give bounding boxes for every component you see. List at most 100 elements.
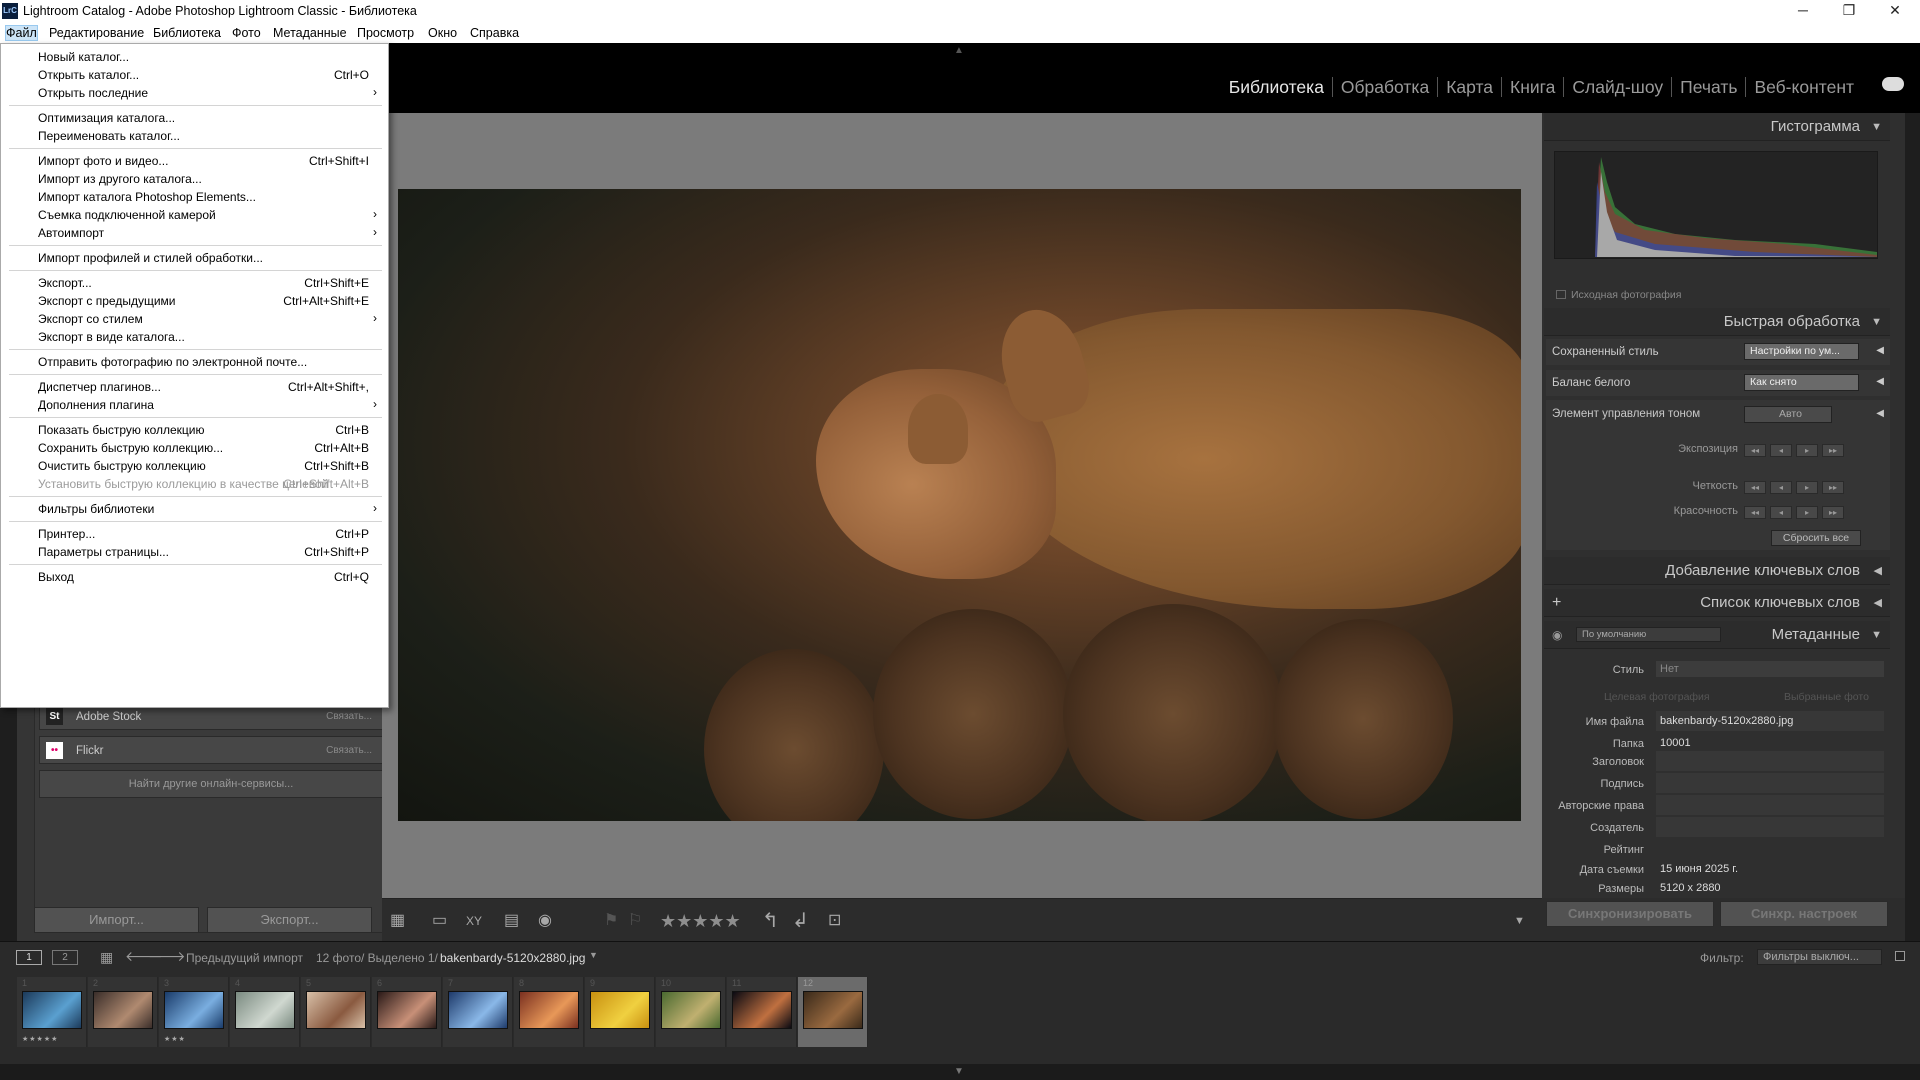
file-menu-item[interactable]: Дополнения плагина › xyxy=(1,396,390,414)
file-menu-item[interactable]: Импорт каталога Photoshop Elements... xyxy=(1,188,390,206)
auto-tone-button[interactable]: Авто xyxy=(1744,406,1832,423)
file-menu-item[interactable]: Автоимпорт › xyxy=(1,224,390,242)
thumbnail[interactable]: 1 ★★★★★ xyxy=(17,977,87,1047)
grid-view-icon[interactable]: ▦ xyxy=(390,912,405,930)
export-button[interactable]: Экспорт... xyxy=(207,907,372,933)
file-menu-item[interactable]: Переименовать каталог... xyxy=(1,127,390,145)
compare-view-icon[interactable]: XY xyxy=(466,912,482,930)
file-menu-item[interactable]: Принтер... Ctrl+P xyxy=(1,525,390,543)
clarity-inc-large[interactable]: ▸▸ xyxy=(1822,481,1844,494)
filter-dropdown[interactable]: Фильтры выключ... xyxy=(1757,949,1882,965)
flag-reject-icon[interactable]: ⚐ xyxy=(628,912,642,930)
collapse-bottom-icon[interactable]: ▼ xyxy=(954,1066,964,1077)
white-balance-dropdown[interactable]: Как снято xyxy=(1744,374,1859,391)
creator-field[interactable] xyxy=(1656,817,1884,837)
file-menu-item[interactable]: Экспорт со стилем › xyxy=(1,310,390,328)
clarity-dec[interactable]: ◂ xyxy=(1770,481,1792,494)
vibrance-dec[interactable]: ◂ xyxy=(1770,506,1792,519)
module-develop[interactable]: Обработка xyxy=(1332,77,1439,97)
file-menu-item[interactable]: Оптимизация каталога... xyxy=(1,109,390,127)
collapse-top-icon[interactable]: ▲ xyxy=(954,45,964,56)
service-flickr[interactable]: •• Flickr Связать... xyxy=(39,736,383,764)
keywording-header[interactable]: Добавление ключевых слов ◀ xyxy=(1544,557,1890,585)
file-menu-item[interactable]: Сохранить быструю коллекцию... Ctrl+Alt+B xyxy=(1,439,390,457)
flag-pick-icon[interactable]: ⚑ xyxy=(604,912,618,930)
thumbnail[interactable]: 7 xyxy=(443,977,513,1047)
file-menu-item[interactable]: Экспорт с предыдущими Ctrl+Alt+Shift+E xyxy=(1,292,390,310)
file-menu-item[interactable]: Показать быструю коллекцию Ctrl+B xyxy=(1,421,390,439)
eye-icon[interactable]: ◉ xyxy=(1552,621,1562,649)
metadata-preset-dropdown[interactable]: По умолчанию xyxy=(1576,627,1721,642)
file-menu-item[interactable]: Открыть каталог... Ctrl+O xyxy=(1,66,390,84)
rating-stars[interactable]: ★★★★★ xyxy=(660,912,741,930)
collapse-icon[interactable]: ▼ xyxy=(1871,621,1882,649)
crop-overlay-icon[interactable]: ⊡ xyxy=(828,912,841,930)
vibrance-inc[interactable]: ▸ xyxy=(1796,506,1818,519)
collapse-icon[interactable]: ▼ xyxy=(1871,308,1882,336)
find-more-services-button[interactable]: Найти другие онлайн-сервисы... xyxy=(39,770,383,798)
main-screen-button[interactable]: 1 xyxy=(16,950,42,965)
main-photo[interactable] xyxy=(398,189,1521,821)
sync-settings-button[interactable]: Синхр. настроек xyxy=(1720,901,1888,927)
file-menu-item[interactable]: Диспетчер плагинов... Ctrl+Alt+Shift+, xyxy=(1,378,390,396)
file-menu-item[interactable]: Экспорт в виде каталога... xyxy=(1,328,390,346)
menu-edit[interactable]: Редактирование xyxy=(49,26,144,40)
selected-photos-tab[interactable]: Выбранные фото xyxy=(1784,691,1869,703)
saved-preset-dropdown[interactable]: Настройки по ум... xyxy=(1744,343,1859,360)
thumbnail[interactable]: 11 xyxy=(727,977,797,1047)
checkbox-icon[interactable] xyxy=(1556,290,1566,299)
file-menu-item[interactable]: Очистить быструю коллекцию Ctrl+Shift+B xyxy=(1,457,390,475)
histogram-header[interactable]: Гистограмма ▼ xyxy=(1544,113,1890,141)
vibrance-inc-large[interactable]: ▸▸ xyxy=(1822,506,1844,519)
target-photo-tab[interactable]: Целевая фотография xyxy=(1604,691,1710,703)
close-icon[interactable]: ✕ xyxy=(1872,0,1918,22)
survey-view-icon[interactable]: ▤ xyxy=(504,912,519,930)
minimize-icon[interactable]: ─ xyxy=(1780,0,1826,22)
expand-icon[interactable]: ◀ xyxy=(1876,376,1884,387)
thumbnail[interactable]: 5 xyxy=(301,977,371,1047)
selected-filename[interactable]: bakenbardy-5120x2880.jpg xyxy=(440,951,585,965)
module-web[interactable]: Веб-контент xyxy=(1746,77,1862,97)
clarity-dec-large[interactable]: ◂◂ xyxy=(1744,481,1766,494)
service-link[interactable]: Связать... xyxy=(326,711,372,722)
expand-icon[interactable]: ◀ xyxy=(1876,408,1884,419)
rating-field[interactable] xyxy=(1656,839,1884,859)
file-menu-item[interactable]: Импорт из другого каталога... xyxy=(1,170,390,188)
menu-metadata[interactable]: Метаданные xyxy=(273,26,347,40)
grid-icon[interactable]: ▦ xyxy=(100,949,113,966)
expand-icon[interactable]: ◀ xyxy=(1874,589,1882,617)
service-link[interactable]: Связать... xyxy=(326,745,372,756)
quick-develop-header[interactable]: Быстрая обработка ▼ xyxy=(1544,308,1890,336)
module-slideshow[interactable]: Слайд-шоу xyxy=(1564,77,1673,97)
sync-button[interactable]: Синхронизировать xyxy=(1546,901,1714,927)
thumbnail[interactable]: 2 xyxy=(88,977,158,1047)
add-keyword-icon[interactable]: + xyxy=(1552,589,1561,617)
file-menu-item[interactable]: Фильтры библиотеки › xyxy=(1,500,390,518)
thumbnail[interactable]: 9 xyxy=(585,977,655,1047)
file-menu-item[interactable]: Выход Ctrl+Q xyxy=(1,568,390,586)
menu-help[interactable]: Справка xyxy=(470,26,519,40)
title-field[interactable] xyxy=(1656,751,1884,771)
file-menu-item[interactable]: Отправить фотографию по электронной почт… xyxy=(1,353,390,371)
copyright-field[interactable] xyxy=(1656,795,1884,815)
module-print[interactable]: Печать xyxy=(1672,77,1747,97)
people-view-icon[interactable]: ◉ xyxy=(538,912,552,930)
exposure-dec[interactable]: ◂ xyxy=(1770,444,1792,457)
reset-all-button[interactable]: Сбросить все xyxy=(1771,530,1861,546)
module-map[interactable]: Карта xyxy=(1438,77,1503,97)
thumbnail[interactable]: 8 xyxy=(514,977,584,1047)
exposure-inc[interactable]: ▸ xyxy=(1796,444,1818,457)
second-screen-button[interactable]: 2 xyxy=(52,950,78,965)
filename-dropdown-icon[interactable]: ▼ xyxy=(589,950,598,960)
menu-view[interactable]: Просмотр xyxy=(357,26,414,40)
rotate-left-icon[interactable]: ↰ xyxy=(762,911,779,931)
file-menu-item[interactable]: Новый каталог... xyxy=(1,48,390,66)
forward-icon[interactable]: 🡒 xyxy=(148,948,186,965)
file-menu-item[interactable]: Съемка подключенной камерой › xyxy=(1,206,390,224)
keyword-list-header[interactable]: + Список ключевых слов ◀ xyxy=(1544,589,1890,617)
thumbnail[interactable]: 4 xyxy=(230,977,300,1047)
menu-photo[interactable]: Фото xyxy=(232,26,261,40)
file-menu-item[interactable]: Открыть последние › xyxy=(1,84,390,102)
source-label[interactable]: Предыдущий импорт xyxy=(186,951,303,965)
caption-field[interactable] xyxy=(1656,773,1884,793)
